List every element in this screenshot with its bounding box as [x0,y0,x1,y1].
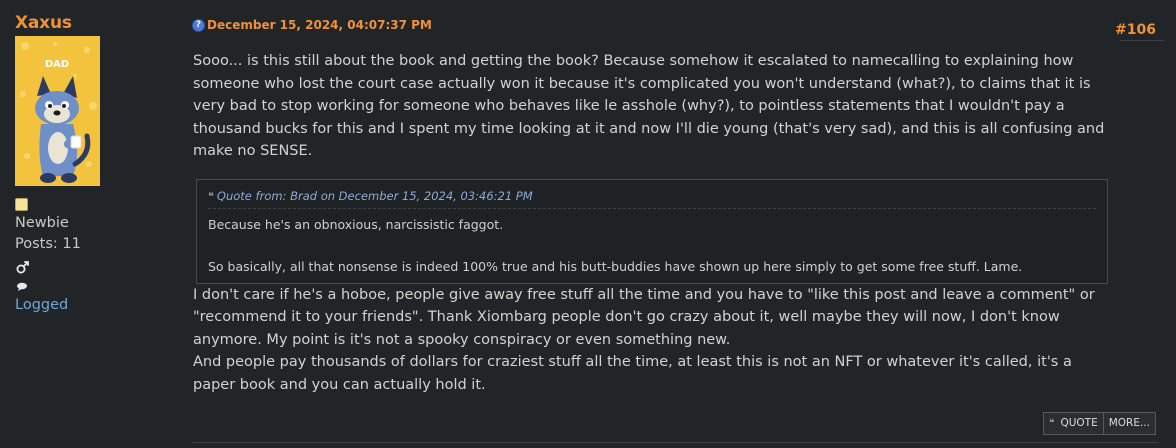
more-button[interactable]: MORE... [1103,412,1156,435]
quote-text: Because he's an obnoxious, narcissistic … [208,209,1096,277]
post-paragraph: I don't care if he's a hoboe, people giv… [193,286,1095,348]
rank-stars [15,196,185,211]
quote-header: ❝ Quote from: Brad on December 15, 2024, … [208,188,1096,209]
quote-line: Because he's an obnoxious, narcissistic … [208,216,504,232]
post-paragraph: And people pay thousands of dollars for … [193,354,1072,393]
forum-post: Xaxus DAD Newbie Posts: 11 Logged ? Dece… [0,0,1176,448]
avatar: DAD [15,36,100,186]
post-count: Posts: 11 [15,236,81,252]
avatar-cartoon-dog-image: DAD [15,36,100,186]
avatar-mug-text: DAD [45,59,69,70]
quote-icon: ❝ [208,189,214,203]
quote-button-label: QUOTE [1060,417,1098,429]
quote-source-link[interactable]: Quote from: Brad on December 15, 2024, 0… [217,189,533,203]
quote-block: ❝ Quote from: Brad on December 15, 2024, … [196,178,1108,284]
rank-star-icon [15,198,28,211]
quote-line: So basically, all that nonsense is indee… [208,258,1023,274]
post-paragraph: Sooo... is this still about the book and… [193,53,1105,159]
poster-name[interactable]: Xaxus [15,12,185,34]
header-divider [1120,40,1164,41]
post-divider [192,442,1158,443]
quote-button[interactable]: ❝ QUOTE [1043,412,1104,435]
poster-info: Xaxus DAD Newbie Posts: 11 Logged [15,12,185,313]
post-header: ? December 15, 2024, 04:07:37 PM [192,18,432,32]
post-actions: ❝ QUOTE MORE... [1043,412,1156,435]
more-button-label: MORE... [1108,417,1150,429]
member-group: Newbie [15,215,69,231]
post-body: Sooo... is this still about the book and… [193,50,1113,396]
male-gender-icon [15,259,185,275]
quote-icon: ❝ [1049,418,1055,429]
online-status: Logged [15,297,69,313]
question-icon: ? [192,18,205,32]
post-date-link[interactable]: December 15, 2024, 04:07:37 PM [207,18,432,32]
post-number-link[interactable]: #106 [1115,22,1156,38]
personal-message-icon[interactable] [15,279,185,295]
